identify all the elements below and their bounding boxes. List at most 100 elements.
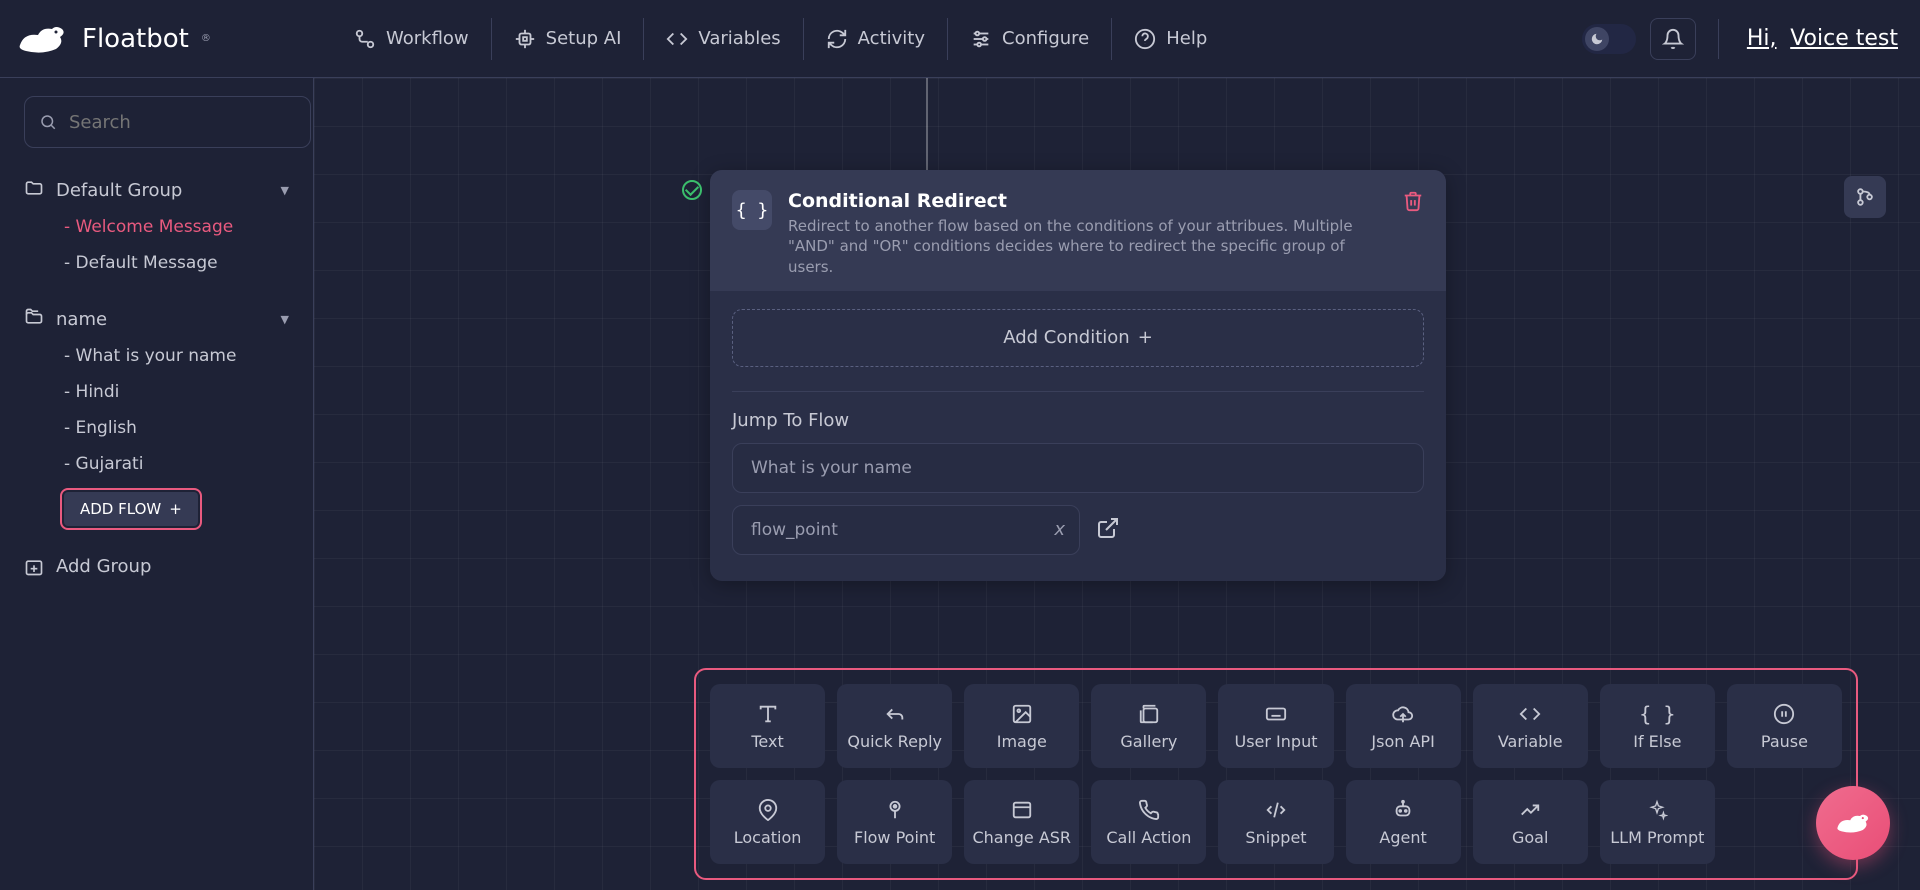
braces-icon: { } [1639,702,1675,726]
block-variable[interactable]: Variable [1473,684,1588,768]
block-agent[interactable]: Agent [1346,780,1461,864]
block-flow-point[interactable]: Flow Point [837,780,952,864]
block-quick-reply[interactable]: Quick Reply [837,684,952,768]
block-label: Gallery [1120,732,1177,751]
add-condition-button[interactable]: Add Condition+ [732,309,1424,367]
block-json-api[interactable]: Json API [1346,684,1461,768]
check-icon [682,180,702,200]
block-goal[interactable]: Goal [1473,780,1588,864]
search-input-wrapper[interactable] [24,96,311,148]
card-description: Redirect to another flow based on the co… [788,216,1386,277]
block-location[interactable]: Location [710,780,825,864]
duck-icon [12,19,72,59]
block-label: Quick Reply [847,732,942,751]
search-input[interactable] [67,111,296,134]
block-change-asr[interactable]: Change ASR [964,780,1079,864]
agent-icon [1392,798,1414,822]
greeting: Hi, Voice test [1741,26,1898,51]
conditional-redirect-card: { } Conditional Redirect Redirect to ano… [710,170,1446,581]
open-flow-button[interactable] [1096,516,1120,544]
flow-item-welcome-message[interactable]: - Welcome Message [24,209,289,245]
nav-variables[interactable]: Variables [644,18,803,60]
nav-help[interactable]: Help [1112,18,1229,60]
group-name[interactable]: name▼ [24,301,289,338]
search-icon [39,113,57,131]
notification-button[interactable] [1650,18,1696,60]
gallery-icon [1138,702,1160,726]
nav-workflow[interactable]: Workflow [332,18,492,60]
user-link[interactable]: Voice test [1790,26,1898,51]
duck-icon [1832,802,1874,844]
block-pause[interactable]: Pause [1727,684,1842,768]
image-icon [1011,702,1033,726]
group-default-group[interactable]: Default Group▼ [24,172,289,209]
card-title: Conditional Redirect [788,190,1386,212]
divider [1718,19,1719,59]
block-label: Pause [1761,732,1808,751]
chevron-down-icon: ▼ [281,313,289,326]
flow-point-input[interactable]: flow_point x [732,505,1080,555]
theme-toggle[interactable] [1582,24,1636,54]
jump-to-flow-select[interactable]: What is your name [732,443,1424,493]
sparkle-icon [1646,798,1668,822]
block-label: If Else [1633,732,1681,751]
folder-icon [24,307,44,332]
nav-label: Variables [698,28,780,49]
merge-icon [1854,186,1876,208]
text-icon [757,702,779,726]
jump-to-flow-label: Jump To Flow [732,410,1424,431]
flow-item-default-message[interactable]: - Default Message [24,245,289,281]
block-label: Variable [1498,732,1563,751]
block-label: LLM Prompt [1610,828,1704,847]
block-call-action[interactable]: Call Action [1091,780,1206,864]
flow-item-hindi[interactable]: - Hindi [24,374,289,410]
add-flow-button[interactable]: ADD FLOW+ [64,492,198,526]
sliders-icon [970,28,992,50]
block-label: Flow Point [854,828,935,847]
nav-configure[interactable]: Configure [948,18,1112,60]
brand-logo[interactable]: Floatbot® [12,19,312,59]
block-gallery[interactable]: Gallery [1091,684,1206,768]
reply-icon [884,702,906,726]
flow-item-english[interactable]: - English [24,410,289,446]
block-label: Text [751,732,783,751]
chat-fab[interactable] [1816,786,1890,860]
pin-icon [757,798,779,822]
nav-setup-ai[interactable]: Setup AI [492,18,645,60]
version-control-button[interactable] [1844,176,1886,218]
keyboard-icon [1265,702,1287,726]
trash-icon [1402,190,1424,212]
block-user-input[interactable]: User Input [1218,684,1333,768]
flow-item-gujarati[interactable]: - Gujarati [24,446,289,482]
block-llm-prompt[interactable]: LLM Prompt [1600,780,1715,864]
block-snippet[interactable]: Snippet [1218,780,1333,864]
block-text[interactable]: Text [710,684,825,768]
external-link-icon [1096,516,1120,540]
block-label: Json API [1371,732,1434,751]
window-icon [1011,798,1033,822]
nav-label: Configure [1002,28,1089,49]
nav-label: Workflow [386,28,469,49]
block-image[interactable]: Image [964,684,1079,768]
phone-icon [1138,798,1160,822]
add-group-icon [24,557,44,577]
braces-icon: { } [732,190,772,230]
connector-line [926,78,928,170]
activity-icon [826,28,848,50]
add-group-button[interactable]: Add Group [24,556,289,577]
delete-card-button[interactable] [1402,190,1424,277]
nav-activity[interactable]: Activity [804,18,948,60]
clear-input-button[interactable]: x [1054,519,1065,540]
block-label: Change ASR [972,828,1071,847]
goal-icon [1519,798,1541,822]
snippet-icon [1265,798,1287,822]
divider [732,391,1424,392]
nav-label: Setup AI [546,28,622,49]
block-label: Call Action [1106,828,1191,847]
block-if-else[interactable]: { } If Else [1600,684,1715,768]
chevron-down-icon: ▼ [281,184,289,197]
chip-icon [514,28,536,50]
flow-item-what-is-your-name[interactable]: - What is your name [24,338,289,374]
block-label: Agent [1379,828,1426,847]
pause-icon [1773,702,1795,726]
